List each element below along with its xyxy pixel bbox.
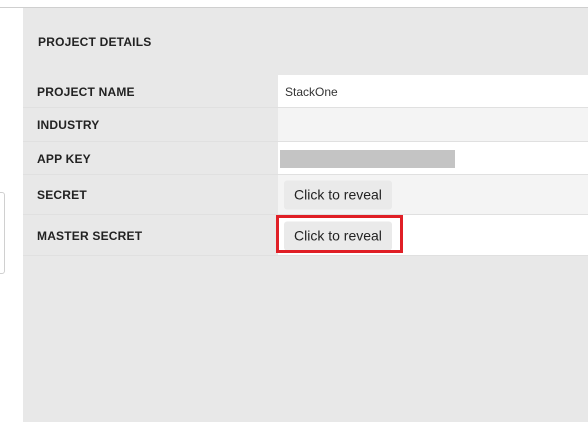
industry-value-cell <box>278 108 588 142</box>
secret-value-cell: Click to reveal <box>278 175 588 215</box>
master-secret-value-cell: Click to reveal <box>276 215 588 256</box>
row-project-name: PROJECT NAME StackOne <box>23 75 588 108</box>
secret-label: SECRET <box>37 188 87 202</box>
master-secret-label: MASTER SECRET <box>37 228 143 243</box>
project-details-table: PROJECT NAME StackOne INDUSTRY APP KEY S… <box>23 75 588 256</box>
row-industry: INDUSTRY <box>23 108 588 142</box>
project-name-value-cell: StackOne <box>278 75 588 108</box>
side-card-edge <box>0 192 5 274</box>
panel-title: PROJECT DETAILS <box>38 35 152 49</box>
secret-reveal-button[interactable]: Click to reveal <box>284 180 392 210</box>
app-key-label: APP KEY <box>37 151 91 166</box>
master-secret-reveal-button[interactable]: Click to reveal <box>284 221 392 250</box>
row-secret: SECRET Click to reveal <box>23 175 588 215</box>
row-master-secret: MASTER SECRET Click to reveal <box>23 215 588 256</box>
row-app-key: APP KEY <box>23 142 588 175</box>
app-key-masked-value <box>280 149 455 168</box>
app-key-value-cell <box>278 142 588 175</box>
project-name-label: PROJECT NAME <box>37 84 135 99</box>
industry-label: INDUSTRY <box>37 118 100 132</box>
project-name-value: StackOne <box>285 84 338 99</box>
